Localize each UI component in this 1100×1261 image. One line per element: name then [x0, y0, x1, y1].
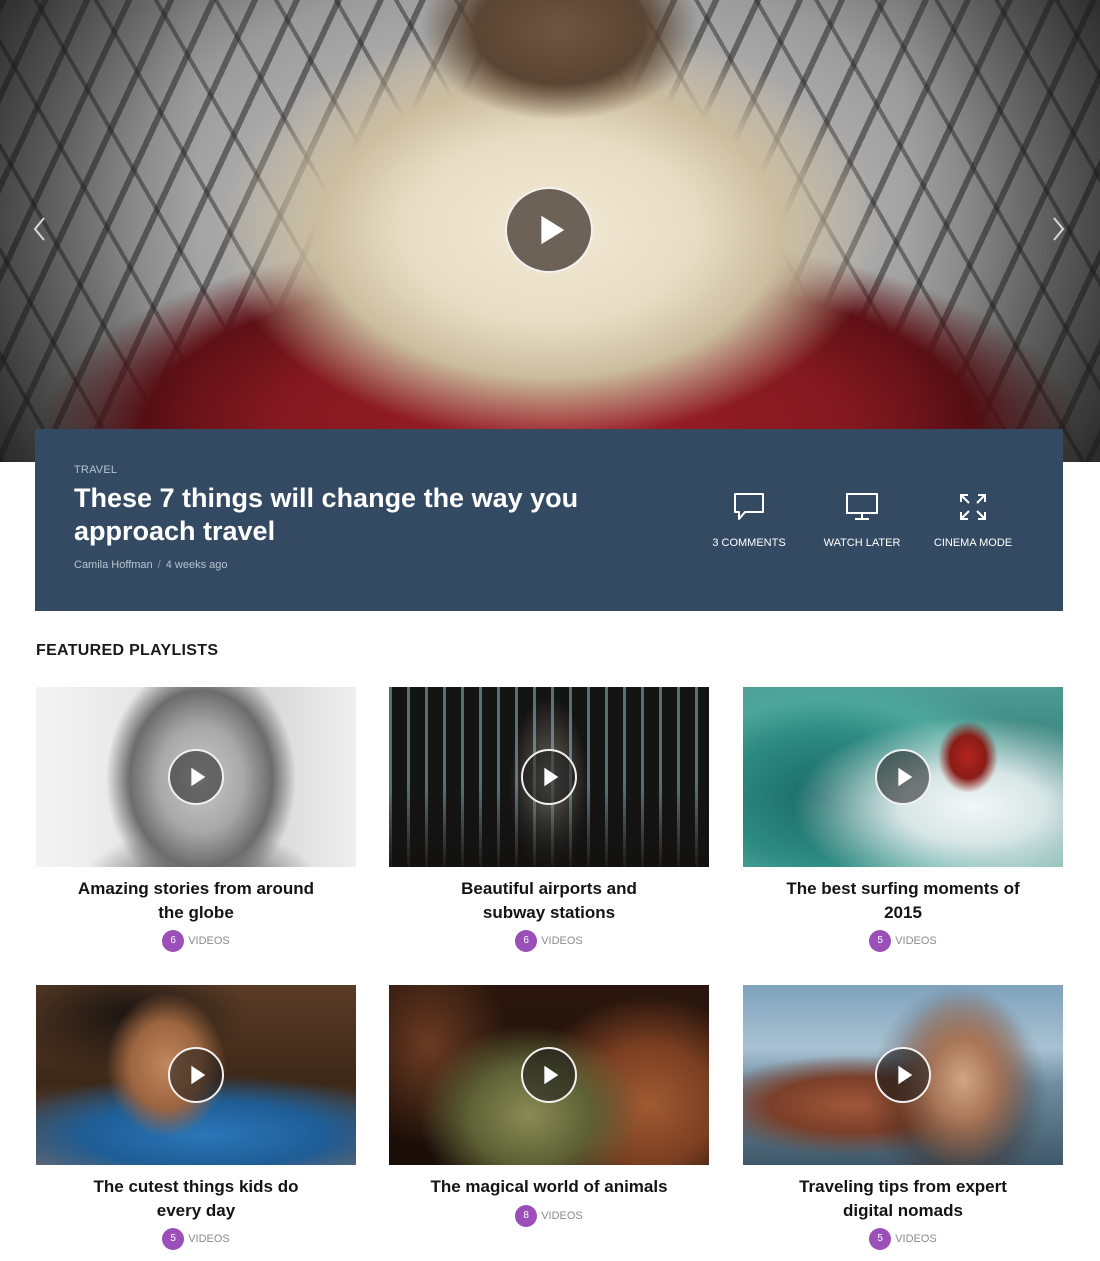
hero-play-button[interactable]: [505, 187, 593, 273]
playlist-card: Traveling tips from expert digital nomad…: [743, 985, 1063, 1250]
comments-button[interactable]: 3 COMMENTS: [707, 491, 791, 551]
play-icon: [191, 1065, 206, 1085]
watch-later-label: WATCH LATER: [823, 537, 901, 549]
videos-label: VIDEOS: [188, 935, 230, 947]
cinema-mode-button[interactable]: CINEMA MODE: [928, 491, 1018, 551]
count-badge: 5: [869, 1228, 892, 1250]
playlist-title[interactable]: Beautiful airports and subway stations: [389, 877, 709, 924]
playlist-video-count: 6 VIDEOS: [36, 930, 356, 952]
featured-video-panel: TRAVEL These 7 things will change the wa…: [35, 429, 1063, 611]
hero-slider[interactable]: [0, 0, 1100, 462]
playlist-title[interactable]: Amazing stories from around the globe: [36, 877, 356, 924]
playlist-title[interactable]: The best surfing moments of 2015: [743, 877, 1063, 924]
monitor-icon: [846, 493, 878, 520]
playlist-thumbnail[interactable]: [743, 687, 1063, 867]
meta-separator: /: [157, 559, 161, 571]
playlist-thumbnail[interactable]: [389, 985, 709, 1165]
playlist-video-count: 6 VIDEOS: [389, 930, 709, 952]
play-icon: [541, 215, 565, 245]
videos-label: VIDEOS: [895, 1233, 937, 1245]
playlist-card: The magical world of animals 8 VIDEOS: [389, 985, 709, 1227]
videos-label: VIDEOS: [541, 935, 583, 947]
play-icon: [544, 1065, 559, 1085]
video-meta: Camila Hoffman / 4 weeks ago: [74, 559, 228, 571]
play-icon: [544, 767, 559, 787]
playlist-thumbnail[interactable]: [36, 985, 356, 1165]
watch-later-button[interactable]: WATCH LATER: [817, 491, 907, 551]
play-button[interactable]: [521, 749, 577, 805]
play-button[interactable]: [875, 1047, 931, 1103]
cinema-mode-label: CINEMA MODE: [933, 537, 1013, 549]
play-button[interactable]: [875, 749, 931, 805]
count-badge: 5: [162, 1228, 185, 1250]
playlist-video-count: 5 VIDEOS: [36, 1228, 356, 1250]
videos-label: VIDEOS: [188, 1233, 230, 1245]
playlist-title[interactable]: Traveling tips from expert digital nomad…: [743, 1175, 1063, 1222]
comments-label: 3 COMMENTS: [712, 537, 786, 549]
playlist-thumbnail[interactable]: [389, 687, 709, 867]
expand-icon: [960, 494, 986, 520]
comment-icon: [734, 493, 764, 520]
play-button[interactable]: [168, 749, 224, 805]
section-title: FEATURED PLAYLISTS: [36, 642, 219, 659]
playlist-video-count: 5 VIDEOS: [743, 1228, 1063, 1250]
videos-label: VIDEOS: [895, 935, 937, 947]
playlist-card: Amazing stories from around the globe 6V…: [36, 687, 356, 952]
slider-next-arrow-icon[interactable]: [1048, 214, 1068, 244]
author-link[interactable]: Camila Hoffman: [74, 559, 153, 571]
count-badge: 6: [515, 930, 538, 952]
count-badge: 5: [869, 930, 892, 952]
slider-prev-arrow-icon[interactable]: [30, 214, 50, 244]
playlist-card: Beautiful airports and subway stations 6…: [389, 687, 709, 952]
play-icon: [898, 1065, 913, 1085]
count-badge: 8: [515, 1204, 538, 1227]
video-date: 4 weeks ago: [165, 559, 228, 571]
playlist-video-count: 8 VIDEOS: [389, 1204, 709, 1227]
count-badge: 6: [162, 930, 185, 952]
playlist-video-count: 5 VIDEOS: [743, 930, 1063, 952]
playlist-title[interactable]: The cutest things kids do every day: [36, 1175, 356, 1222]
play-button[interactable]: [168, 1047, 224, 1103]
play-icon: [191, 767, 206, 787]
video-category[interactable]: TRAVEL: [74, 464, 117, 476]
video-title[interactable]: These 7 things will change the way you a…: [74, 482, 674, 548]
videos-label: VIDEOS: [541, 1209, 583, 1222]
playlist-card: The cutest things kids do every day 5 VID…: [36, 985, 356, 1250]
playlist-title[interactable]: The magical world of animals: [389, 1175, 709, 1199]
play-button[interactable]: [521, 1047, 577, 1103]
playlist-thumbnail[interactable]: [36, 687, 356, 867]
play-icon: [898, 767, 913, 787]
playlist-thumbnail[interactable]: [743, 985, 1063, 1165]
playlist-card: The best surfing moments of 2015 5 VIDEOS: [743, 687, 1063, 952]
